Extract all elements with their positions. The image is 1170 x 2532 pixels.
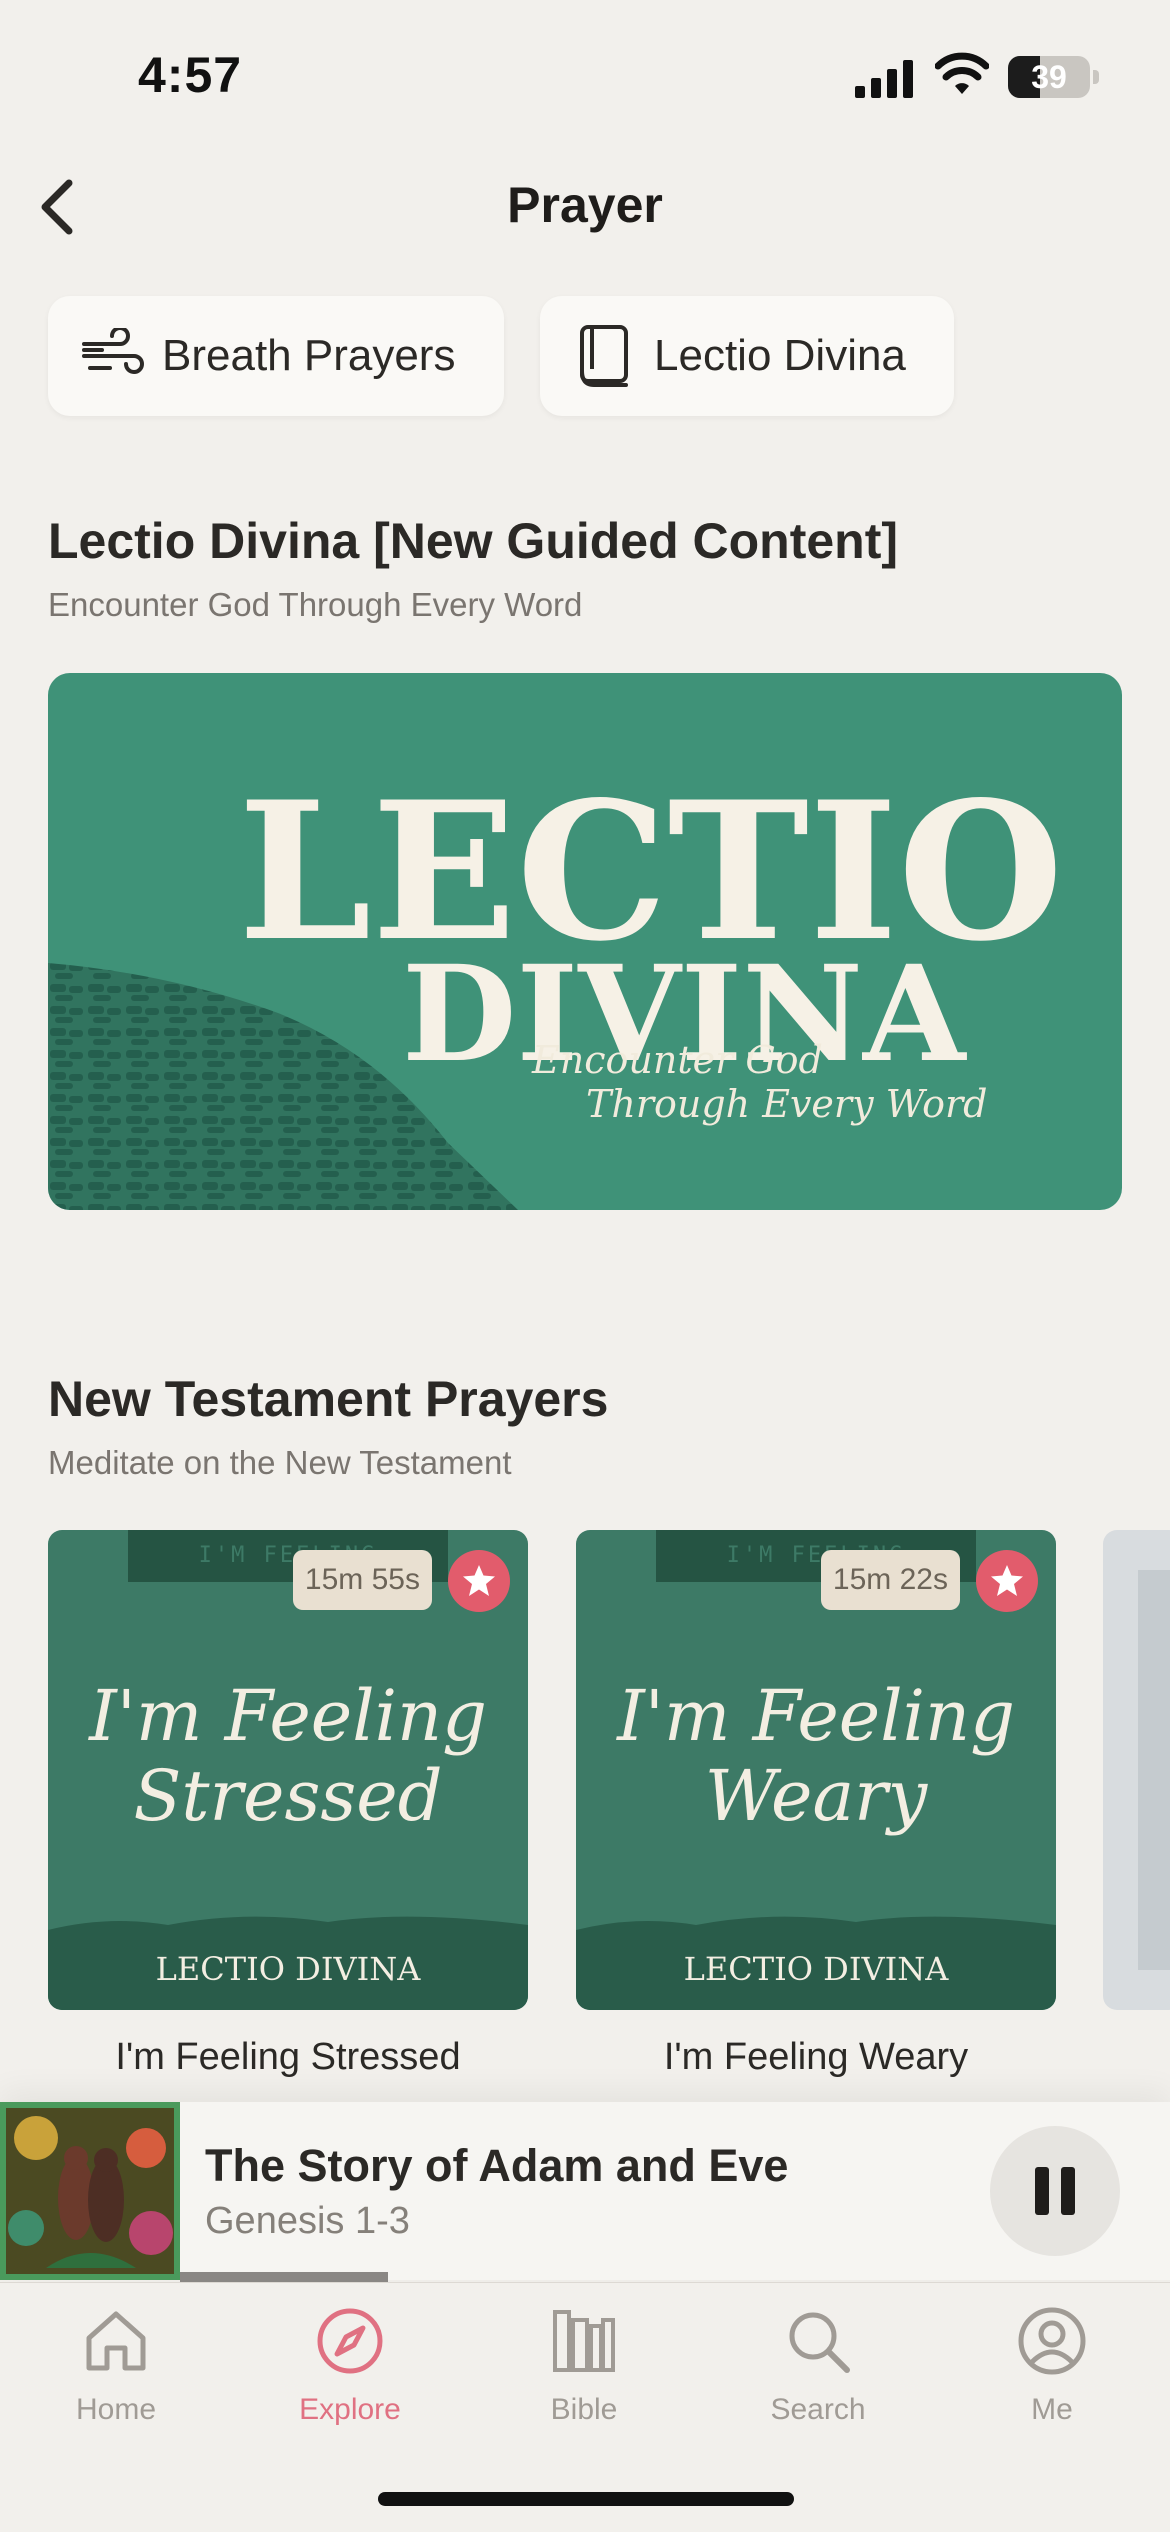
banner-tagline-1: Encounter God <box>531 1038 823 1082</box>
duration-badge: 15m 55s <box>292 1550 432 1610</box>
card-art-line1: I'm Feeling <box>87 1675 487 1757</box>
lectio-divina-banner[interactable]: LECTIO DIVINA Encounter God Through Ever… <box>48 673 1122 1210</box>
lectio-section-subtitle: Encounter God Through Every Word <box>48 586 583 623</box>
chip-label: Lectio Divina <box>654 331 906 380</box>
playback-progress[interactable] <box>180 2272 1170 2282</box>
favorite-button[interactable] <box>448 1550 510 1612</box>
nt-section-subtitle: Meditate on the New Testament <box>48 1444 512 1481</box>
breath-prayers-chip[interactable]: Breath Prayers <box>48 296 504 416</box>
chevron-left-icon <box>41 179 73 235</box>
tab-search[interactable]: Search <box>718 2303 918 2443</box>
nt-section-title: New Testament Prayers <box>48 1371 609 1427</box>
tab-home[interactable]: Home <box>16 2303 216 2443</box>
now-playing-subtitle: Genesis 1-3 <box>205 2200 410 2242</box>
card-title[interactable]: I'm Feeling Weary <box>576 2036 1056 2079</box>
lectio-divina-chip[interactable]: Lectio Divina <box>540 296 954 416</box>
pause-icon <box>1035 2167 1075 2215</box>
tab-label: Search <box>770 2393 866 2426</box>
now-playing-title: The Story of Adam and Eve <box>205 2140 789 2191</box>
banner-tagline-2: Through Every Word <box>586 1082 987 1126</box>
battery-nub <box>1093 70 1099 84</box>
tab-label: Bible <box>550 2393 618 2426</box>
pause-button[interactable] <box>990 2126 1120 2256</box>
battery-level: 39 <box>1031 59 1067 95</box>
books-icon <box>546 2303 622 2379</box>
prayer-card-weary[interactable]: I'M FEELING I'm Feeling Weary LECTIO DIV… <box>576 1530 1056 2010</box>
card-art-line2: Weary <box>705 1755 929 1837</box>
wifi-icon <box>935 52 989 94</box>
prayer-screen: 4:57 39 Prayer Breath Prayers Lectio Div… <box>0 0 1170 2532</box>
home-icon <box>78 2303 154 2379</box>
compass-icon <box>312 2303 388 2379</box>
search-icon <box>780 2303 856 2379</box>
prayer-card-partial[interactable] <box>1103 1530 1170 2010</box>
wind-icon <box>80 324 144 388</box>
card-brand: LECTIO DIVINA <box>156 1950 422 1988</box>
now-playing-bar[interactable]: The Story of Adam and Eve Genesis 1-3 <box>0 2102 1170 2282</box>
home-indicator <box>378 2492 794 2506</box>
playback-progress-fill <box>180 2272 388 2282</box>
lectio-section-title: Lectio Divina [New Guided Content] <box>48 513 899 569</box>
page-title: Prayer <box>507 177 663 233</box>
battery-icon: 39 <box>1008 56 1090 98</box>
duration-badge: 15m 22s <box>820 1550 960 1610</box>
now-playing-artwork <box>0 2102 180 2280</box>
cellular-signal-icon <box>855 60 913 98</box>
card-title[interactable]: I'm Feeling Stressed <box>48 2036 528 2079</box>
tab-me[interactable]: Me <box>952 2303 1152 2443</box>
tab-explore[interactable]: Explore <box>250 2303 450 2443</box>
card-art-line2: Stressed <box>133 1755 442 1837</box>
tab-label: Explore <box>299 2393 401 2426</box>
status-bar: 4:57 39 <box>0 0 1170 150</box>
star-icon <box>463 1565 495 1596</box>
book-icon <box>572 324 636 388</box>
status-time: 4:57 <box>138 47 243 103</box>
card-brand: LECTIO DIVINA <box>684 1950 950 1988</box>
prayer-card-stressed[interactable]: I'M FEELING I'm Feeling Stressed LECTIO … <box>48 1530 528 2010</box>
tab-bible[interactable]: Bible <box>484 2303 684 2443</box>
tab-label: Me <box>1031 2393 1073 2426</box>
back-button[interactable] <box>22 172 92 242</box>
tab-label: Home <box>75 2393 157 2426</box>
star-icon <box>991 1565 1023 1596</box>
chip-label: Breath Prayers <box>162 331 456 380</box>
lectio-divina-artwork: LECTIO DIVINA Encounter God Through Ever… <box>48 760 1063 1210</box>
card-artwork <box>1138 1570 1170 1970</box>
profile-icon <box>1014 2303 1090 2379</box>
favorite-button[interactable] <box>976 1550 1038 1612</box>
card-art-line1: I'm Feeling <box>615 1675 1015 1757</box>
